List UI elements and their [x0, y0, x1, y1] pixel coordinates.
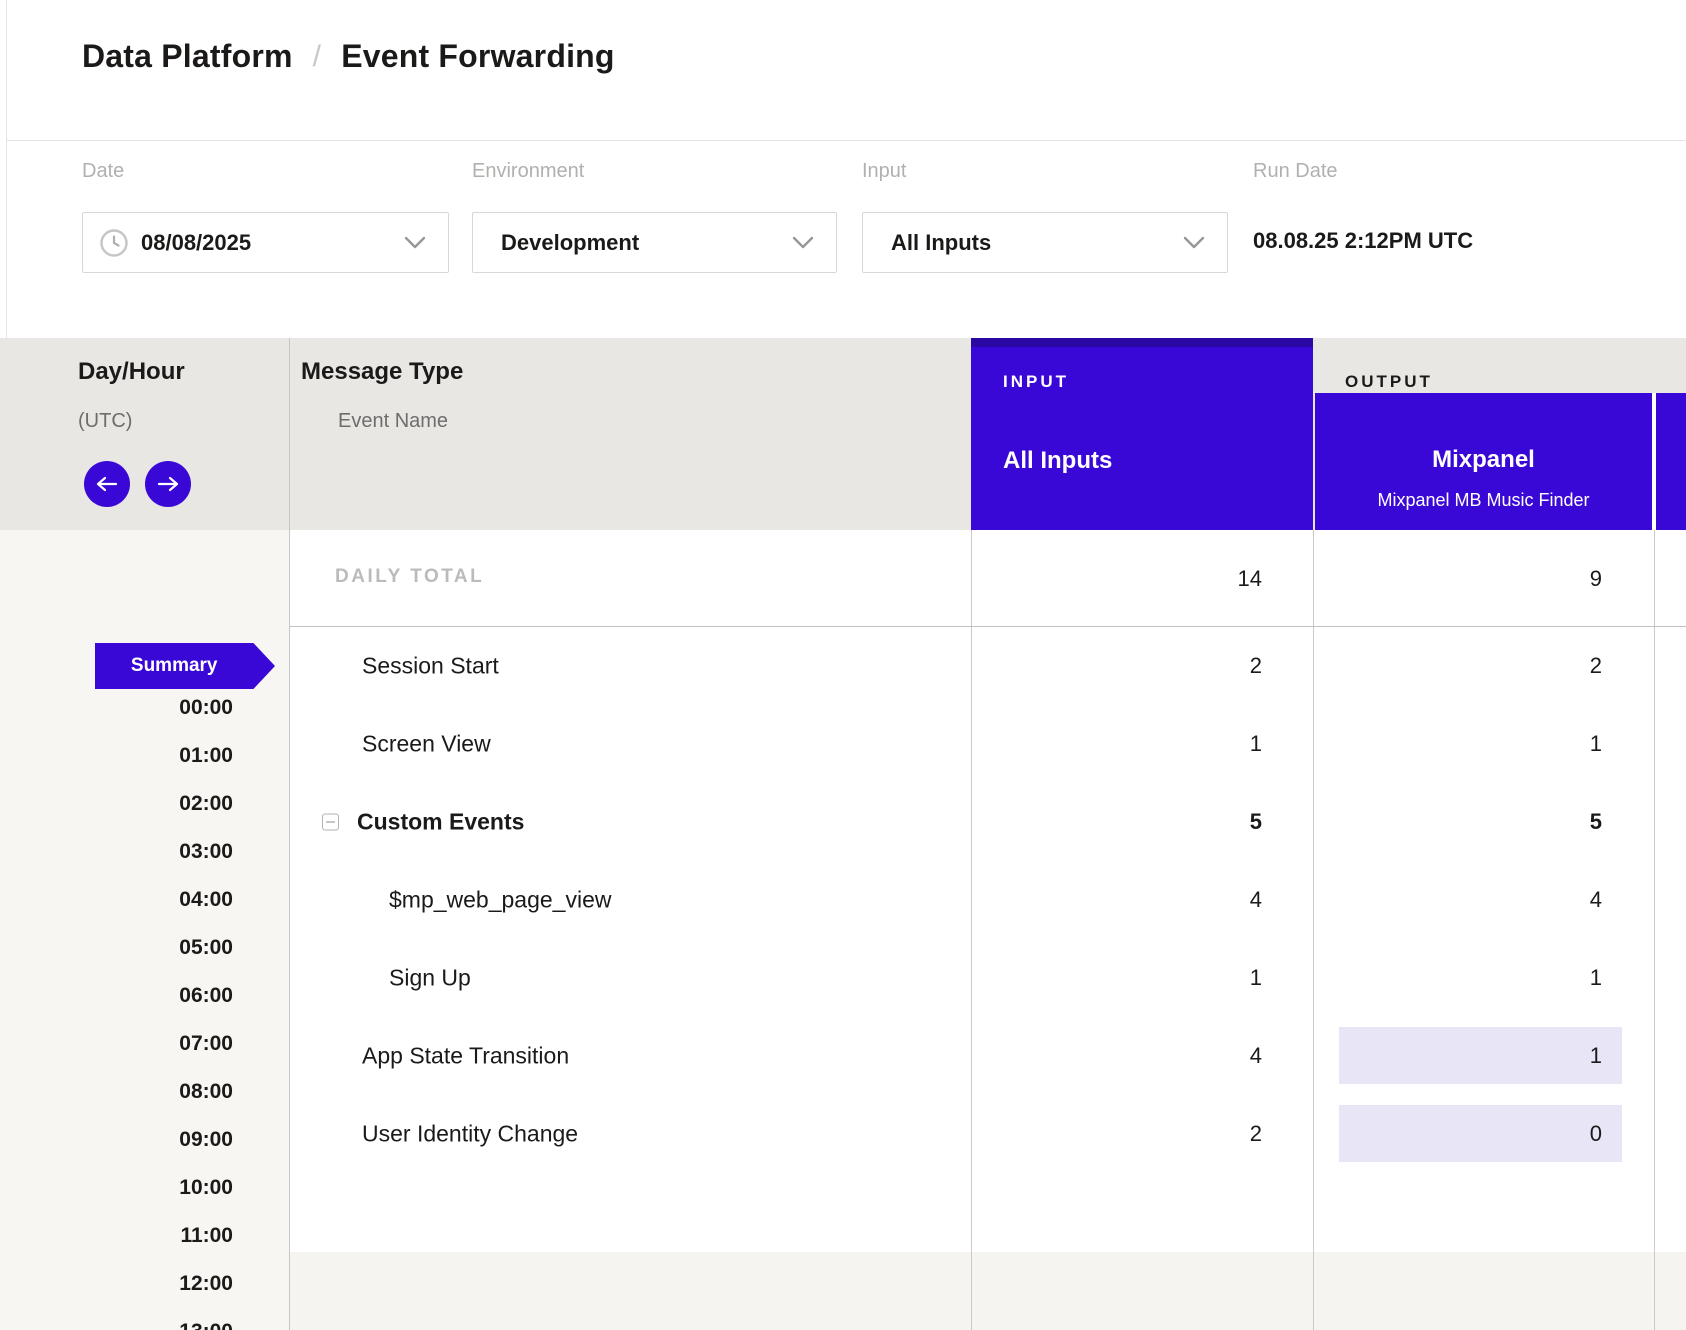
- output-value: 0: [1315, 1095, 1652, 1173]
- event-name-subheader: Event Name: [338, 410, 448, 433]
- grid-footer-band: [290, 1252, 1686, 1330]
- next-output-column-partial[interactable]: [1656, 393, 1686, 530]
- hour-label[interactable]: 07:00: [0, 1031, 233, 1057]
- page-title: Event Forwarding: [341, 38, 614, 75]
- daily-total-output-value: 9: [1315, 530, 1652, 627]
- daily-total-label: DAILY TOTAL: [335, 566, 484, 588]
- arrow-left-icon: [96, 476, 118, 492]
- arrow-right-icon: [157, 476, 179, 492]
- input-value: 2: [971, 1095, 1313, 1173]
- hour-label[interactable]: 11:00: [0, 1223, 233, 1249]
- hour-label[interactable]: 01:00: [0, 743, 233, 769]
- message-type-header: Message Type: [301, 358, 463, 386]
- hour-label[interactable]: 03:00: [0, 839, 233, 865]
- hour-label[interactable]: 08:00: [0, 1079, 233, 1105]
- table-row: Custom Events 55: [289, 783, 1686, 861]
- output-column-subtitle: Mixpanel MB Music Finder: [1315, 490, 1652, 511]
- input-column-name: All Inputs: [1003, 447, 1112, 475]
- input-column-header[interactable]: [971, 338, 1313, 530]
- run-date-value: 08.08.25 2:12PM UTC: [1253, 228, 1473, 254]
- row-label: User Identity Change: [362, 1121, 578, 1148]
- collapse-icon[interactable]: [322, 814, 339, 831]
- input-value: 1: [971, 939, 1313, 1017]
- day-hour-timezone: (UTC): [78, 410, 132, 433]
- header-divider: [7, 140, 1686, 141]
- input-value: 4: [971, 861, 1313, 939]
- output-value-highlight: 0: [1339, 1105, 1622, 1162]
- next-day-button[interactable]: [145, 461, 191, 507]
- hour-label[interactable]: 13:00: [0, 1319, 233, 1330]
- input-column-scroll-indicator: [971, 338, 1313, 347]
- hour-label[interactable]: 00:00: [0, 695, 233, 721]
- table-row: $mp_web_page_view 44: [289, 861, 1686, 939]
- summary-row-badge[interactable]: Summary: [95, 643, 275, 689]
- clock-icon: [99, 228, 129, 258]
- output-value: 1: [1315, 1017, 1652, 1095]
- hour-label[interactable]: 10:00: [0, 1175, 233, 1201]
- day-hour-header: Day/Hour: [78, 358, 185, 386]
- hour-label[interactable]: 05:00: [0, 935, 233, 961]
- date-filter-label: Date: [82, 160, 124, 183]
- table-rows: Session Start22Screen View11Custom Event…: [289, 627, 1686, 1173]
- row-label: Custom Events: [357, 809, 524, 836]
- hour-label[interactable]: 02:00: [0, 791, 233, 817]
- table-row: Session Start 22: [289, 627, 1686, 705]
- output-value: 5: [1315, 783, 1652, 861]
- breadcrumb: Data Platform / Event Forwarding: [82, 38, 615, 75]
- table-row: App State Transition 41: [289, 1017, 1686, 1095]
- date-dropdown[interactable]: 08/08/2025: [82, 212, 449, 273]
- output-value: 2: [1315, 627, 1652, 705]
- chevron-down-icon: [792, 236, 814, 249]
- row-label: Sign Up: [389, 965, 471, 992]
- row-label: Screen View: [362, 731, 491, 758]
- hour-label[interactable]: 12:00: [0, 1271, 233, 1297]
- breadcrumb-section[interactable]: Data Platform: [82, 38, 293, 75]
- environment-filter-label: Environment: [472, 160, 584, 183]
- row-label: Session Start: [362, 653, 499, 680]
- input-dropdown[interactable]: All Inputs: [862, 212, 1228, 273]
- daily-total-input-value: 14: [971, 530, 1313, 627]
- input-value: 5: [971, 783, 1313, 861]
- table-row: User Identity Change 20: [289, 1095, 1686, 1173]
- input-column-label: INPUT: [1003, 372, 1069, 392]
- run-date-label: Run Date: [1253, 160, 1338, 183]
- row-label: $mp_web_page_view: [389, 887, 612, 914]
- input-filter-label: Input: [862, 160, 906, 183]
- table-row: Sign Up 11: [289, 939, 1686, 1017]
- input-value: 1: [971, 705, 1313, 783]
- environment-dropdown[interactable]: Development: [472, 212, 837, 273]
- summary-row-label: Summary: [95, 643, 253, 689]
- previous-day-button[interactable]: [84, 461, 130, 507]
- output-column-label: OUTPUT: [1345, 372, 1433, 392]
- output-value-highlight: 1: [1339, 1027, 1622, 1084]
- input-value: 4: [971, 1017, 1313, 1095]
- date-dropdown-value: 08/08/2025: [141, 230, 251, 256]
- breadcrumb-separator: /: [313, 40, 322, 74]
- output-value: 1: [1315, 705, 1652, 783]
- hour-label[interactable]: 09:00: [0, 1127, 233, 1153]
- chevron-down-icon: [404, 236, 426, 249]
- event-forwarding-page: Data Platform / Event Forwarding Date En…: [0, 0, 1686, 1330]
- output-column-name: Mixpanel: [1315, 446, 1652, 474]
- hour-label[interactable]: 06:00: [0, 983, 233, 1009]
- environment-dropdown-value: Development: [501, 230, 639, 256]
- input-value: 2: [971, 627, 1313, 705]
- output-value: 1: [1315, 939, 1652, 1017]
- hour-label[interactable]: 04:00: [0, 887, 233, 913]
- chevron-down-icon: [1183, 236, 1205, 249]
- input-dropdown-value: All Inputs: [891, 230, 991, 256]
- row-label: App State Transition: [362, 1043, 569, 1070]
- output-value: 4: [1315, 861, 1652, 939]
- table-row: Screen View 11: [289, 705, 1686, 783]
